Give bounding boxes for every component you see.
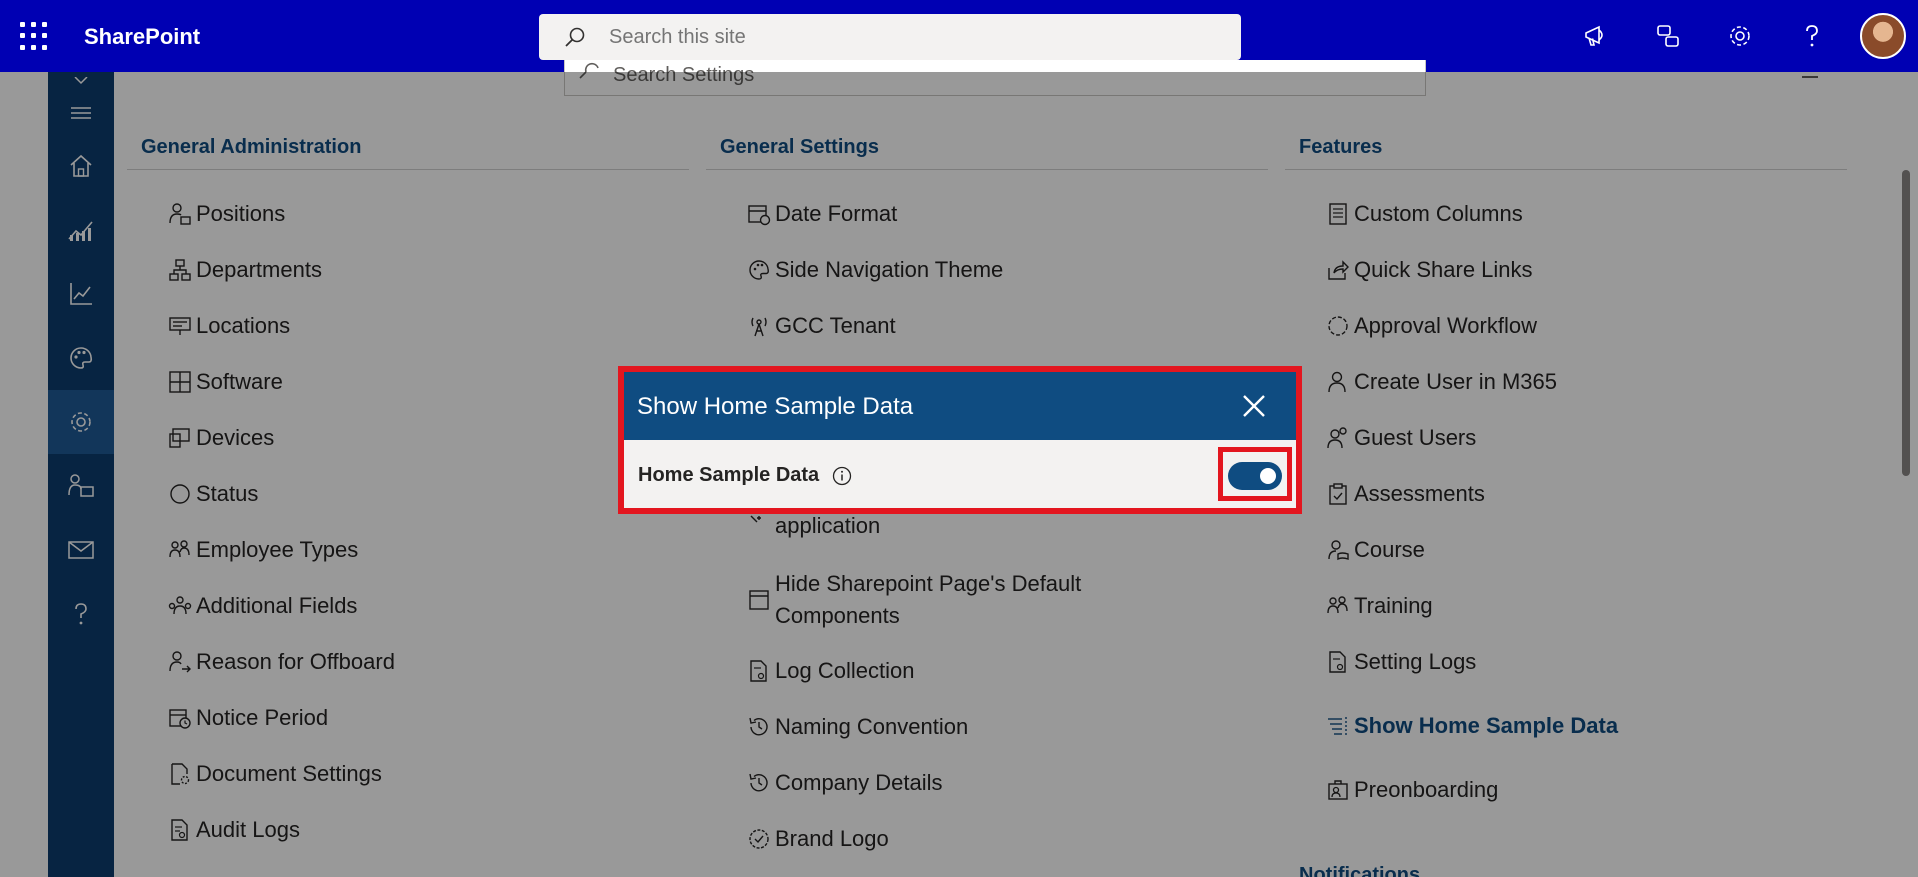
search-icon xyxy=(565,27,585,47)
home-sample-data-label: Home Sample Data xyxy=(638,464,820,486)
info-icon[interactable] xyxy=(832,466,852,486)
toggle-knob xyxy=(1260,468,1276,484)
dialog-title: Show Home Sample Data xyxy=(637,393,914,420)
dialog-header: Show Home Sample Data xyxy=(624,372,1296,440)
close-icon[interactable] xyxy=(1236,388,1272,424)
user-avatar[interactable] xyxy=(1860,13,1906,59)
site-search-input[interactable] xyxy=(609,22,1209,52)
toggle-highlight-frame xyxy=(1218,447,1292,501)
help-icon[interactable] xyxy=(1796,20,1828,52)
site-search-box[interactable] xyxy=(539,14,1241,60)
megaphone-icon[interactable] xyxy=(1580,20,1612,52)
gear-icon[interactable] xyxy=(1724,20,1756,52)
brand-title[interactable]: SharePoint xyxy=(84,24,200,50)
app-launcher-icon[interactable] xyxy=(20,22,48,50)
feedback-icon[interactable] xyxy=(1652,20,1684,52)
home-sample-data-toggle[interactable] xyxy=(1228,462,1282,490)
show-home-sample-data-dialog: Show Home Sample Data Home Sample Data xyxy=(618,366,1302,514)
dialog-body: Home Sample Data xyxy=(624,440,1296,508)
